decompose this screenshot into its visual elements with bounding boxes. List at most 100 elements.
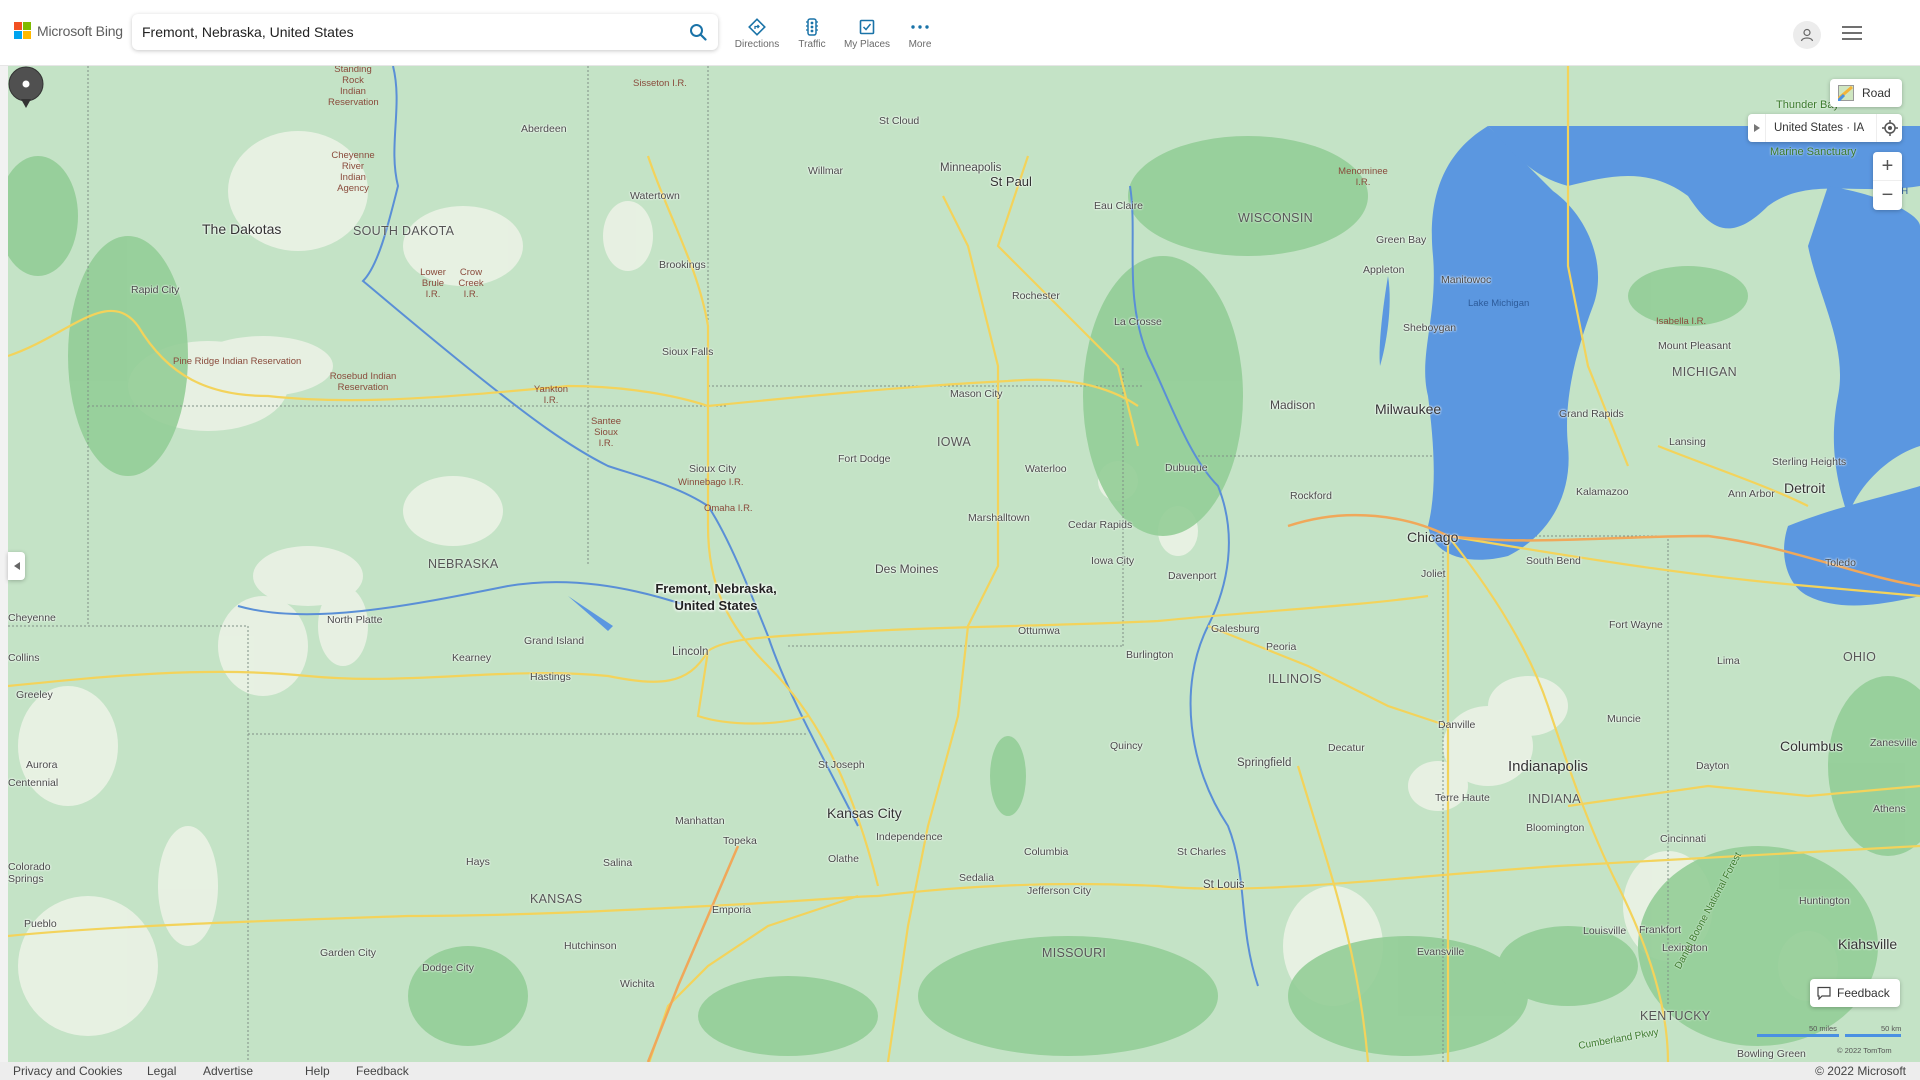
city-label: Sterling Heights	[1772, 456, 1847, 468]
city-label: Sedalia	[959, 872, 995, 884]
city-label: Joliet	[1421, 568, 1446, 580]
city-label: Wichita	[620, 978, 655, 990]
city-label: Danville	[1438, 719, 1476, 731]
city-label: Mount Pleasant	[1658, 340, 1731, 352]
road-map-icon	[1838, 85, 1854, 101]
footer-link-advertise[interactable]: Advertise	[203, 1064, 253, 1078]
city-label: Colorado Springs	[8, 861, 51, 885]
park-label: Marine Sanctuary	[1770, 146, 1857, 158]
pin-label-line1: Fremont, Nebraska,	[655, 581, 777, 596]
city-label: Salina	[603, 857, 633, 869]
footer: Privacy and Cookies Legal Advertise Help…	[0, 1062, 1920, 1080]
city-label: Willmar	[808, 165, 843, 177]
scale-km-label: 50 km	[1881, 1024, 1902, 1033]
directions-icon	[748, 18, 766, 36]
city-label: Zanesville	[1870, 737, 1918, 749]
city-label: Bloomington	[1526, 822, 1585, 834]
city-label: Huntington	[1799, 895, 1850, 907]
my-places-label: My Places	[843, 39, 891, 50]
city-label: Indianapolis	[1508, 758, 1589, 775]
city-label: Grand Island	[524, 635, 585, 647]
reservation-label: Pine Ridge Indian Reservation	[173, 356, 302, 367]
footer-link-privacy[interactable]: Privacy and Cookies	[13, 1064, 122, 1078]
bing-logo[interactable]: Microsoft Bing	[14, 22, 123, 39]
footer-link-feedback[interactable]: Feedback	[356, 1064, 409, 1078]
reservation-label: Menominee I.R.	[1338, 166, 1388, 188]
footer-link-legal[interactable]: Legal	[147, 1064, 176, 1078]
reservation-label: Standing Rock Indian Reservation	[328, 66, 379, 108]
city-label: Cedar Rapids	[1068, 519, 1133, 531]
pin-label[interactable]: Fremont, Nebraska, United States	[638, 580, 794, 614]
city-label: Burlington	[1126, 649, 1174, 661]
city-label: Topeka	[723, 835, 757, 847]
city-label: Mason City	[950, 388, 1003, 400]
expand-breadcrumb-button[interactable]	[1748, 114, 1766, 142]
city-label: Des Moines	[875, 562, 939, 576]
city-label: Detroit	[1784, 480, 1826, 496]
city-label: Cheyenne	[8, 612, 56, 624]
city-label: Manhattan	[675, 815, 725, 827]
city-label: Lansing	[1669, 436, 1706, 448]
city-label: Rockford	[1290, 490, 1333, 502]
city-label: Green Bay	[1376, 234, 1427, 246]
state-label: KANSAS	[530, 892, 583, 906]
location-pin-icon[interactable]	[8, 66, 44, 110]
city-label: St Cloud	[879, 115, 920, 127]
state-label: INDIANA	[1528, 792, 1581, 806]
city-label: Springfield	[1237, 757, 1292, 769]
scale-km-bar	[1845, 1034, 1901, 1037]
city-label: Quincy	[1110, 740, 1143, 752]
zoom-in-button[interactable]: +	[1873, 152, 1902, 181]
copyright: © 2022 Microsoft	[1815, 1064, 1906, 1078]
city-label: Muncie	[1607, 713, 1641, 725]
city-label: St Joseph	[818, 759, 865, 771]
map-style-button[interactable]: Road	[1830, 79, 1902, 107]
city-label: Centennial	[8, 777, 59, 789]
state-label: MISSOURI	[1042, 946, 1107, 960]
more-button[interactable]: More	[892, 18, 948, 58]
city-label: Kalamazoo	[1576, 486, 1629, 498]
city-label: Independence	[876, 831, 943, 843]
my-places-button[interactable]: My Places	[839, 18, 895, 58]
menu-icon[interactable]	[1842, 26, 1862, 42]
city-label: Aberdeen	[521, 123, 567, 135]
city-label: Chicago	[1407, 529, 1459, 545]
region-label: The Dakotas	[202, 221, 282, 237]
directions-button[interactable]: Directions	[729, 18, 785, 58]
directions-label: Directions	[734, 39, 780, 50]
city-label: Rochester	[1012, 290, 1060, 302]
city-label: Hutchinson	[564, 940, 617, 952]
feedback-icon	[1817, 986, 1831, 1000]
city-label: Davenport	[1168, 570, 1217, 582]
city-label: Jefferson City	[1027, 885, 1091, 897]
city-label: Terre Haute	[1435, 792, 1490, 804]
caret-left-icon	[13, 562, 20, 570]
city-label: Hays	[466, 856, 490, 868]
map-canvas[interactable]: The Dakotas SOUTH DAKOTA NEBRASKA IOWA K…	[8, 66, 1920, 1062]
reservation-label: Santee Sioux I.R.	[590, 416, 622, 449]
account-avatar[interactable]	[1793, 21, 1821, 49]
city-label: Columbia	[1024, 846, 1069, 858]
map-feedback-button[interactable]: Feedback	[1810, 979, 1900, 1007]
city-label: Cincinnati	[1660, 833, 1707, 845]
footer-link-help[interactable]: Help	[305, 1064, 330, 1078]
more-label: More	[908, 39, 932, 50]
search-button[interactable]	[678, 14, 718, 50]
traffic-label: Traffic	[798, 39, 826, 50]
collapse-panel-button[interactable]	[8, 552, 25, 580]
reservation-label: Cheyenne River Indian Agency	[331, 150, 375, 194]
city-label: South Bend	[1526, 555, 1581, 567]
scale-miles-label: 50 miles	[1809, 1024, 1837, 1033]
breadcrumb-text[interactable]: United States · IA	[1766, 122, 1876, 134]
city-label: North Platte	[327, 614, 383, 626]
city-label: St Paul	[990, 174, 1032, 189]
locate-me-button[interactable]	[1876, 114, 1902, 142]
zoom-out-button[interactable]: −	[1873, 181, 1902, 210]
city-label: Emporia	[712, 904, 752, 916]
search-input[interactable]	[132, 14, 678, 50]
traffic-button[interactable]: Traffic	[784, 18, 840, 58]
city-label: Dayton	[1696, 760, 1730, 772]
city-label: Fort Wayne	[1609, 619, 1663, 631]
reservation-label: Omaha I.R.	[704, 503, 753, 514]
reservation-label: Winnebago I.R.	[678, 477, 744, 488]
